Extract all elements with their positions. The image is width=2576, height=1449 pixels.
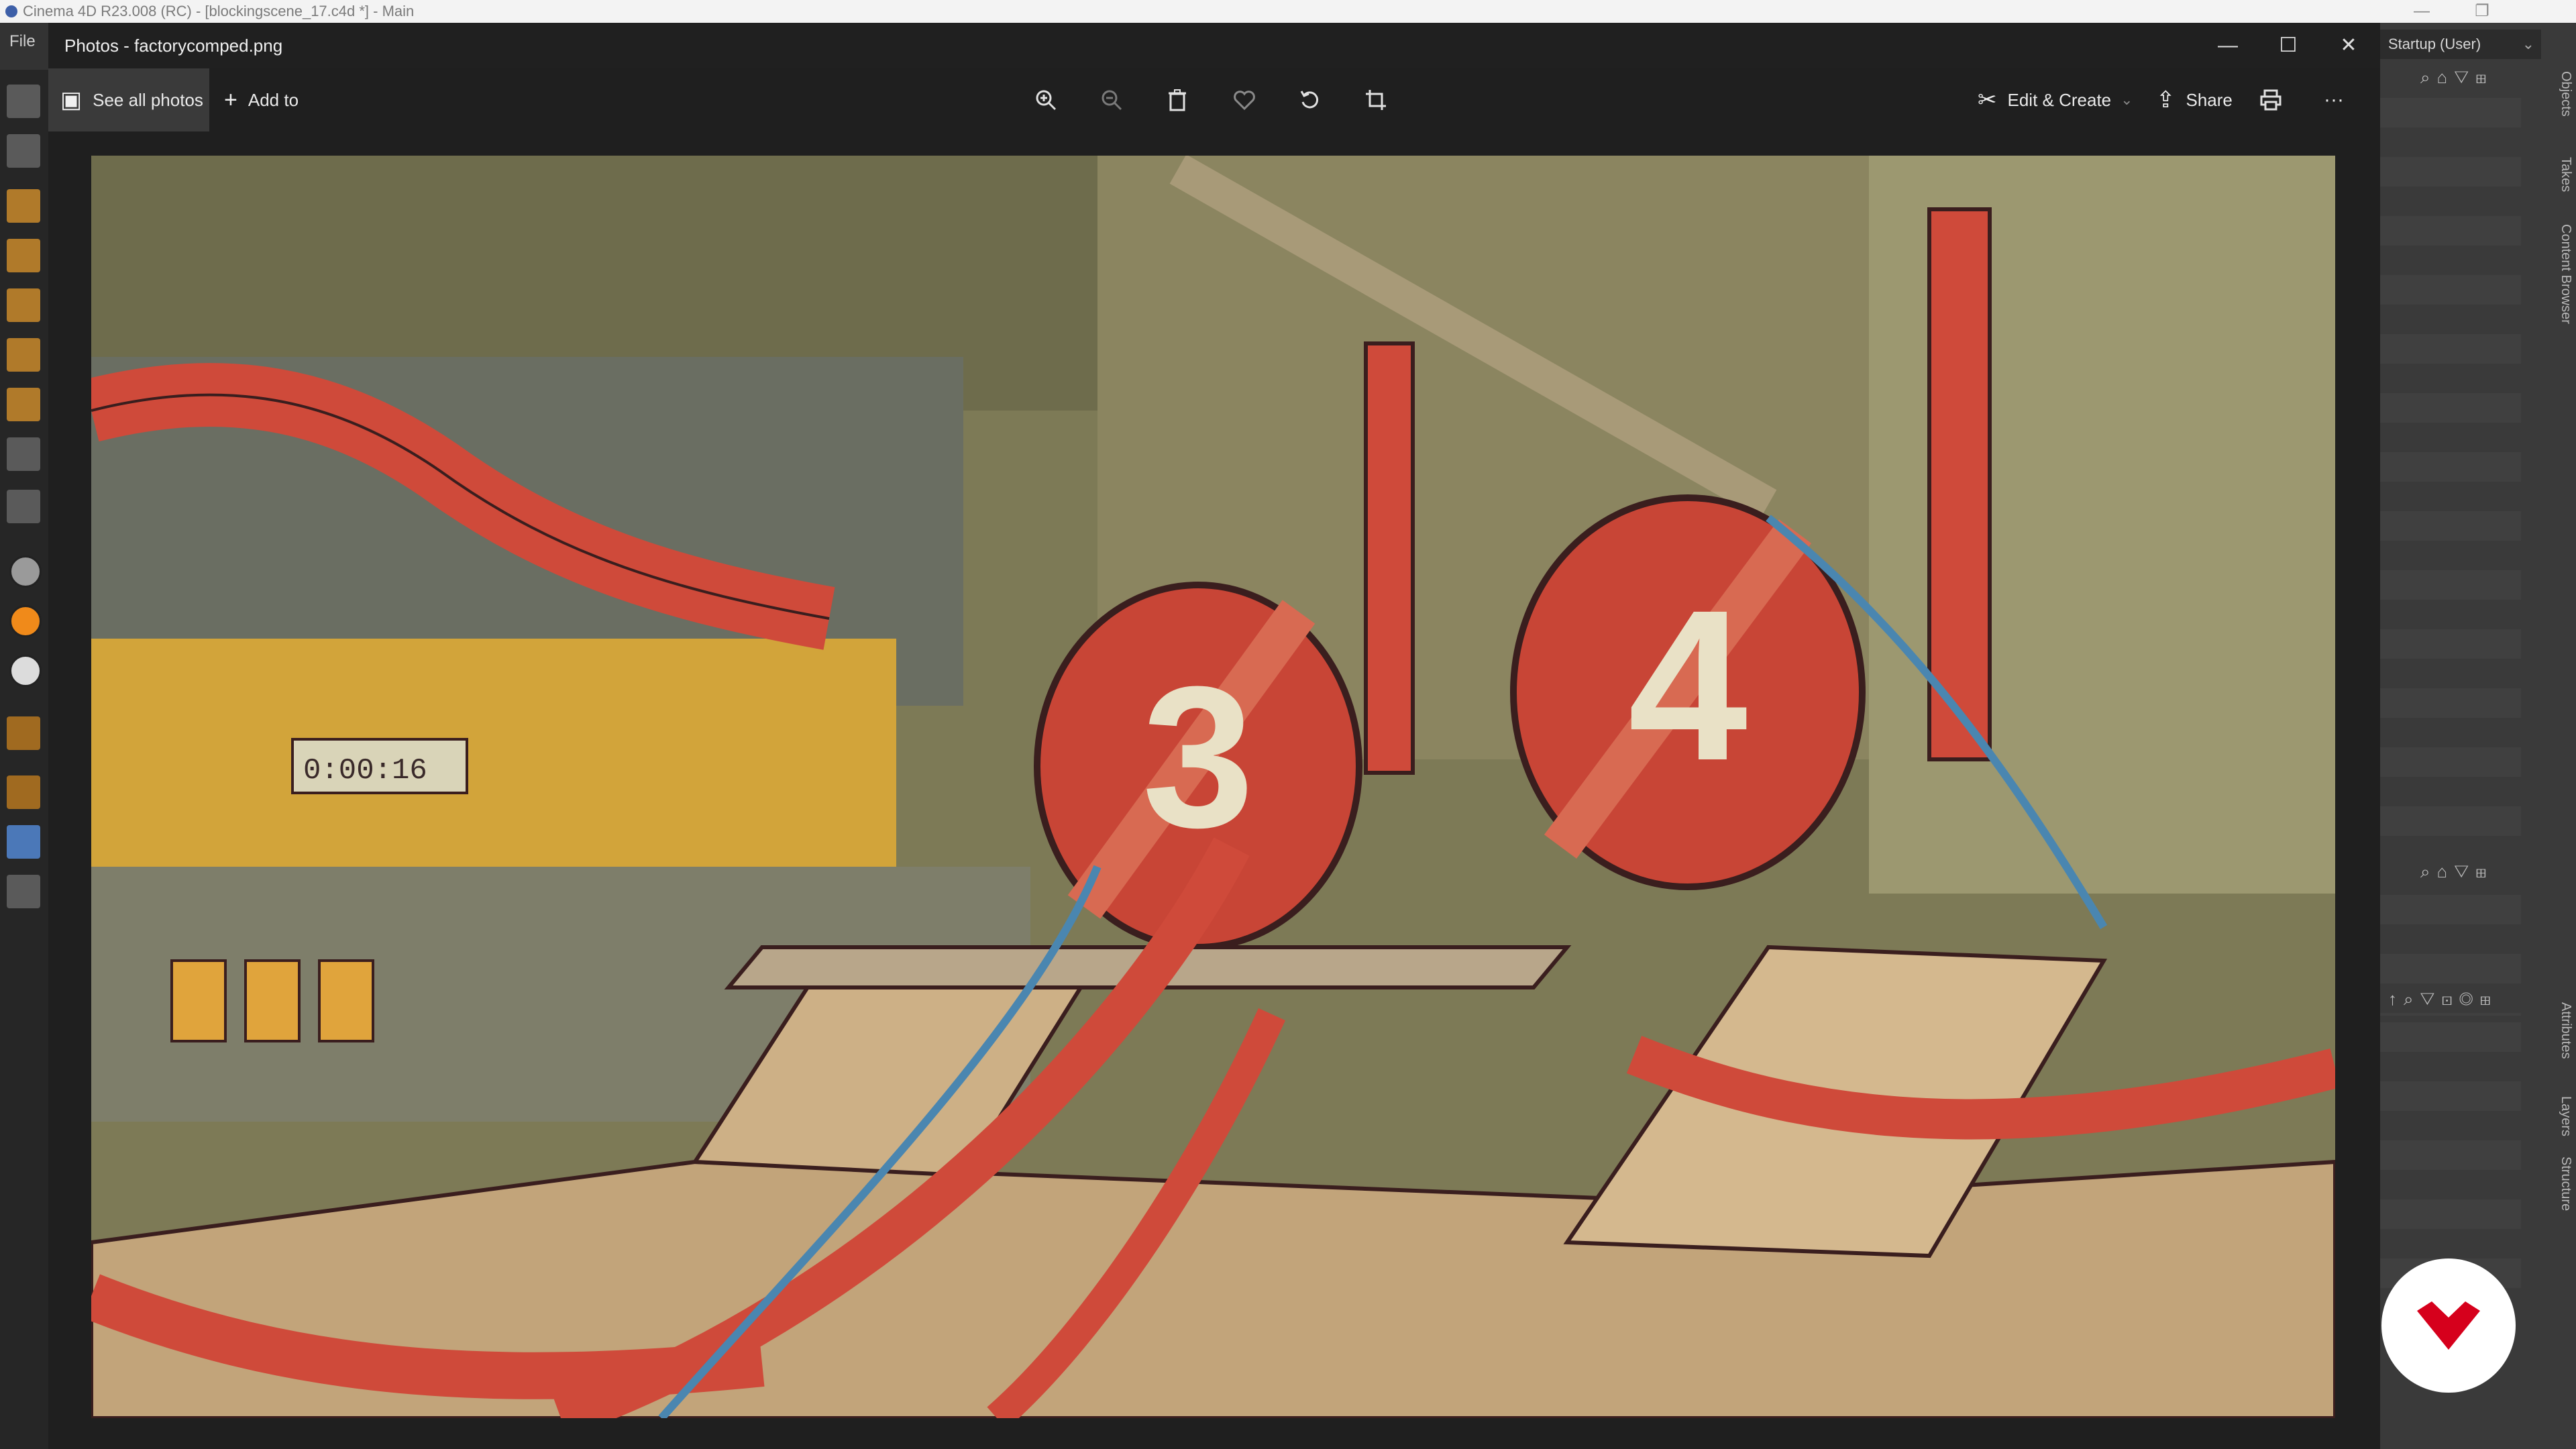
- texture-mode-icon[interactable]: [7, 239, 40, 272]
- snap-orange-icon[interactable]: [9, 605, 42, 637]
- plus-icon: +: [224, 87, 237, 113]
- edges-mode-icon[interactable]: [7, 338, 40, 372]
- c4d-minimize-button[interactable]: —: [2395, 0, 2449, 23]
- minimize-button[interactable]: —: [2198, 23, 2258, 68]
- c4d-logo-icon: [5, 5, 17, 17]
- c4d-window-title: Cinema 4D R23.008 (RC) - [blockingscene_…: [23, 3, 415, 19]
- objects-panel-toolbar[interactable]: ⌕⌂▽⊞: [2420, 67, 2541, 94]
- chevron-down-icon: ⌄: [2121, 91, 2133, 108]
- tab-takes[interactable]: Takes: [2549, 157, 2573, 192]
- tab-content-browser[interactable]: Content Browser: [2549, 224, 2573, 324]
- photos-titlebar: Photos - factorycomped.png — ☐ ✕: [48, 23, 2380, 68]
- see-all-photos-label: See all photos: [93, 89, 203, 110]
- share-label: Share: [2186, 89, 2233, 110]
- chevron-down-icon: ⌄: [2522, 36, 2534, 52]
- photos-toolbar: ▣ See all photos + Add to ✂ Edit & Creat…: [48, 68, 2380, 131]
- crop-icon[interactable]: [1358, 83, 1394, 117]
- tweak-icon[interactable]: [7, 716, 40, 750]
- points-mode-icon[interactable]: [7, 288, 40, 322]
- trash-icon[interactable]: [1159, 83, 1195, 117]
- share-button[interactable]: ⇪ Share: [2156, 68, 2233, 131]
- tank-number-4: 4: [1628, 565, 1749, 805]
- snap-white-icon[interactable]: [9, 655, 42, 687]
- undo-icon[interactable]: [7, 85, 40, 118]
- tab-structure[interactable]: Structure: [2549, 1157, 2573, 1211]
- add-to-button[interactable]: + Add to: [224, 68, 299, 131]
- edit-create-button[interactable]: ✂ Edit & Create ⌄: [1978, 68, 2133, 131]
- tab-objects[interactable]: Objects: [2549, 71, 2573, 117]
- c4d-right-panels: Startup (User) ⌄ ⌕⌂▽⊞ ⌕⌂▽⊞ ↑⌕▽⊡◎⊞ Object…: [2380, 23, 2576, 1449]
- workplane-icon[interactable]: [7, 775, 40, 809]
- photo-viewer-image[interactable]: 3 4 0:00:16: [91, 156, 2335, 1418]
- uv-mode-icon[interactable]: [7, 437, 40, 471]
- close-button[interactable]: ✕: [2318, 23, 2379, 68]
- more-options-button[interactable]: ···: [2324, 68, 2344, 131]
- edit-create-icon: ✂: [1978, 87, 1997, 113]
- brand-heart-icon: [2417, 1301, 2480, 1350]
- photos-window-title: Photos - factorycomped.png: [64, 36, 283, 56]
- c4d-left-toolbar: [0, 70, 50, 1449]
- tab-attributes[interactable]: Attributes: [2549, 1002, 2573, 1059]
- polygons-mode-icon[interactable]: [7, 388, 40, 421]
- photos-icon: ▣: [60, 87, 83, 113]
- attributes-panel-toolbar[interactable]: ⌕⌂▽⊞: [2420, 861, 2541, 888]
- factory-illustration: 3 4 0:00:16: [91, 156, 2335, 1418]
- menu-file[interactable]: File: [9, 32, 36, 51]
- layers-panel-toolbar[interactable]: ↑⌕▽⊡◎⊞: [2388, 989, 2542, 1016]
- zoom-out-icon[interactable]: [1093, 83, 1130, 117]
- render-view-icon[interactable]: [7, 134, 40, 168]
- tank-number-3: 3: [1142, 644, 1254, 869]
- zoom-in-icon[interactable]: [1028, 83, 1064, 117]
- grid-plane-icon[interactable]: [7, 825, 40, 859]
- layers-panel-list[interactable]: [2380, 1022, 2521, 1291]
- lock-plane-icon[interactable]: [7, 875, 40, 908]
- layout-select-label: Startup (User): [2388, 36, 2481, 52]
- tab-layers[interactable]: Layers: [2549, 1096, 2573, 1136]
- photos-window: Photos - factorycomped.png — ☐ ✕ ▣ See a…: [48, 23, 2380, 1449]
- axis-mode-icon[interactable]: [7, 490, 40, 523]
- c4d-titlebar: Cinema 4D R23.008 (RC) - [blockingscene_…: [0, 0, 2576, 23]
- display-readout: 0:00:16: [303, 754, 427, 788]
- print-icon[interactable]: [2253, 83, 2289, 117]
- maximize-button[interactable]: ☐: [2258, 23, 2318, 68]
- c4d-restore-button[interactable]: ❐: [2455, 0, 2509, 23]
- watermark-logo: [2381, 1258, 2516, 1393]
- model-mode-icon[interactable]: [7, 189, 40, 223]
- add-to-label: Add to: [248, 89, 299, 110]
- snap-gray-icon[interactable]: [9, 555, 42, 588]
- rotate-icon[interactable]: [1292, 83, 1328, 117]
- heart-icon[interactable]: [1226, 83, 1263, 117]
- edit-create-label: Edit & Create: [2007, 89, 2112, 110]
- share-icon: ⇪: [2156, 87, 2176, 113]
- c4d-menu-bar: File: [0, 23, 48, 70]
- see-all-photos-button[interactable]: ▣ See all photos: [48, 68, 209, 131]
- layout-select[interactable]: Startup (User) ⌄: [2380, 30, 2541, 59]
- objects-panel-list[interactable]: [2380, 98, 2521, 849]
